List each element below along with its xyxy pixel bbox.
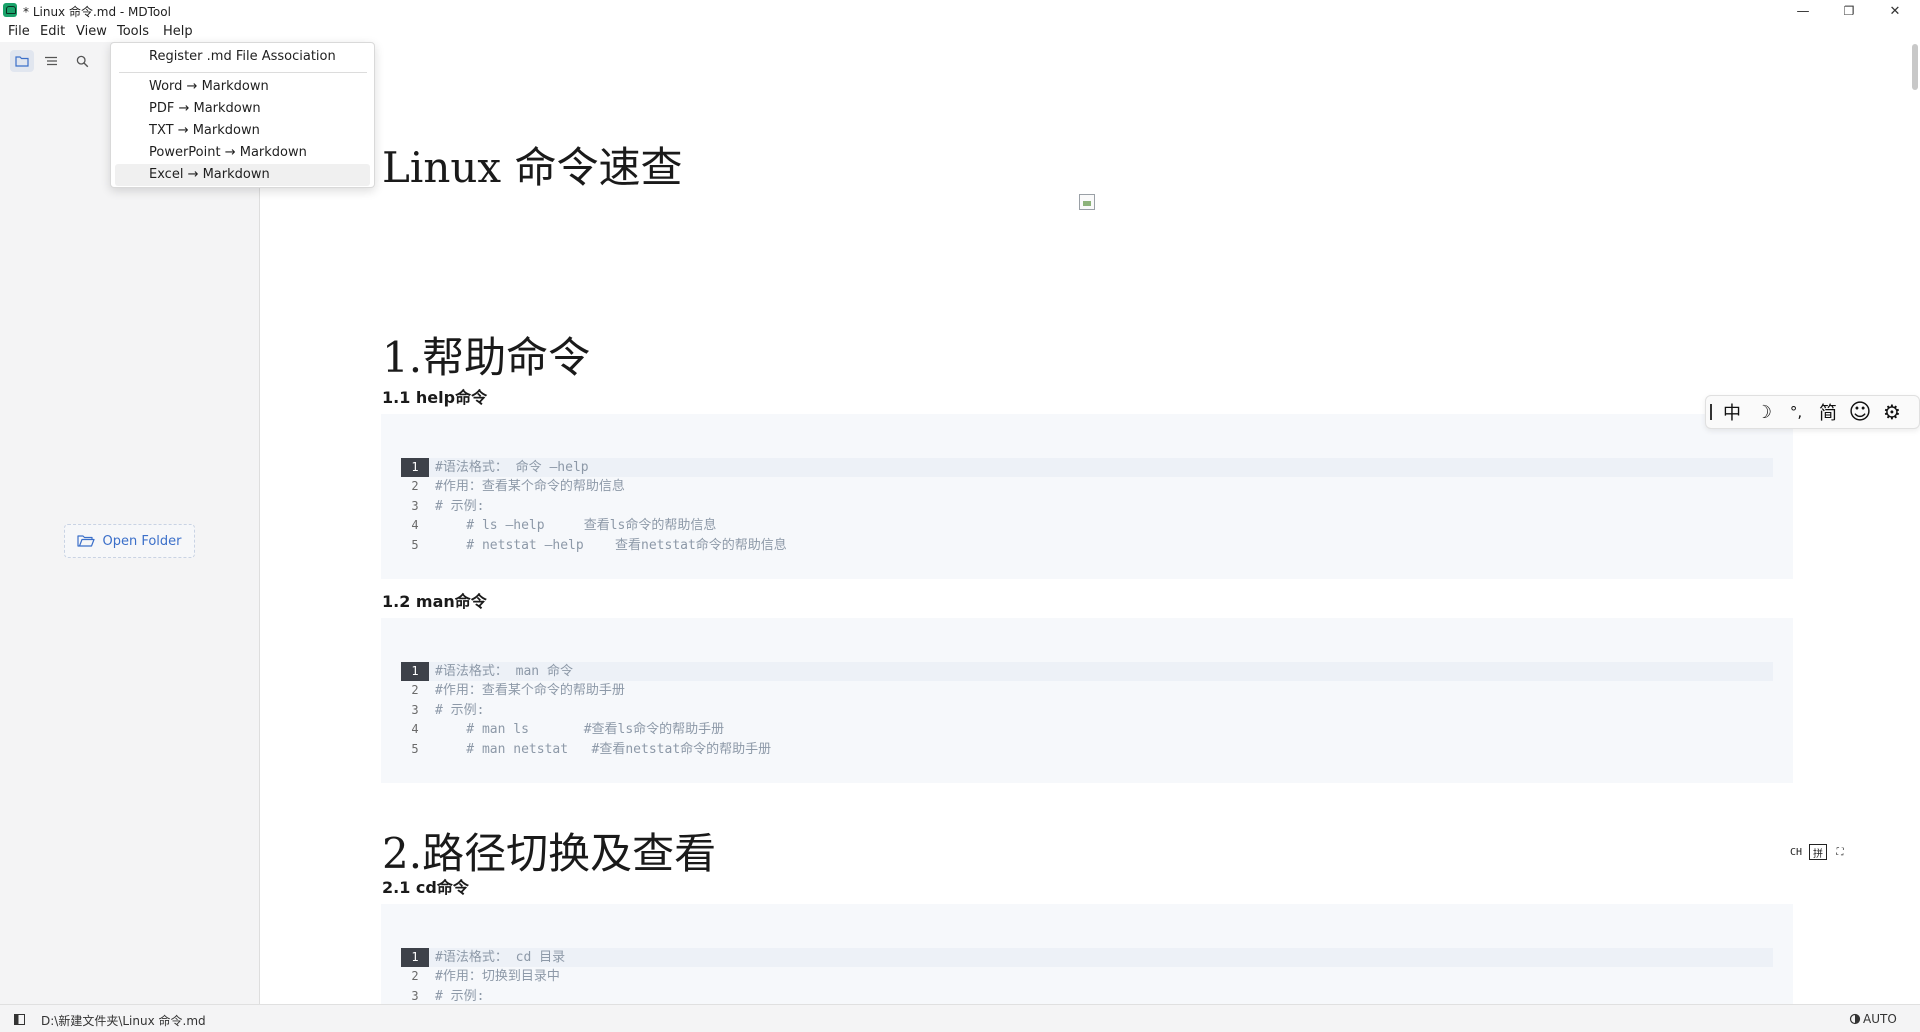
code-line: 5 # netstat —help 查看netstat命令的帮助信息 [401, 536, 1773, 555]
broken-image-icon [1079, 194, 1095, 210]
code-line: 5 # man netstat #查看netstat命令的帮助手册 [401, 740, 1773, 759]
menu-view[interactable]: View [73, 24, 110, 39]
ime-language-indicator[interactable]: CH [1787, 844, 1805, 860]
outline-icon [45, 56, 57, 66]
code-line: 2 #作用：切换到目录中 [401, 967, 1773, 986]
code-line: 2 #作用：查看某个命令的帮助手册 [401, 681, 1773, 700]
ime-drag-handle[interactable] [1706, 402, 1716, 422]
line-number: 2 [411, 479, 419, 493]
ime-status: CH 拼 ⛶ [1787, 842, 1859, 862]
menu-bar: File Edit View Tools Help [0, 22, 1920, 42]
line-number: 1 [401, 458, 429, 477]
expand-icon[interactable]: ⛶ [1831, 844, 1849, 860]
outline-tab-button[interactable] [39, 50, 63, 72]
status-bar: D:\新建文件夹\Linux 命令.md AUTO [0, 1004, 1920, 1032]
open-folder-icon [77, 535, 96, 547]
search-icon [76, 55, 88, 67]
code-block[interactable]: 1 #语法格式： cd 目录 2 #作用：切换到目录中 3 # 示例: [381, 904, 1793, 1004]
ime-toolbar: 中 ☽ °, 简 ☺ ⚙ [1705, 395, 1920, 429]
scrollbar-thumb[interactable] [1912, 44, 1918, 90]
line-number: 2 [411, 969, 419, 983]
heading-subsection-1-1: 1.1 help命令 [382, 388, 488, 407]
code-line: 1 #语法格式： 命令 —help [401, 458, 1773, 477]
menu-edit[interactable]: Edit [37, 24, 68, 39]
theme-mode-icon[interactable] [1849, 1013, 1861, 1025]
line-number: 2 [411, 683, 419, 697]
line-number: 1 [401, 948, 429, 967]
code-line: 1 #语法格式： man 命令 [401, 662, 1773, 681]
punctuation-icon[interactable]: °, [1780, 397, 1812, 427]
gear-icon[interactable]: ⚙ [1876, 397, 1908, 427]
moon-icon[interactable]: ☽ [1748, 397, 1780, 427]
toggle-sidebar-icon[interactable] [14, 1014, 25, 1025]
tools-dropdown-menu: Register .md File Association Word → Mar… [110, 42, 375, 188]
code-line: 3 # 示例: [401, 987, 1773, 1004]
close-button[interactable]: ✕ [1872, 0, 1918, 22]
code-line: 3 # 示例: [401, 497, 1773, 516]
minimize-button[interactable]: — [1780, 0, 1826, 22]
file-path: D:\新建文件夹\Linux 命令.md [41, 1014, 206, 1028]
code-line: 2 #作用：查看某个命令的帮助信息 [401, 477, 1773, 496]
line-number: 3 [411, 499, 419, 513]
line-number: 5 [411, 742, 419, 756]
menu-file[interactable]: File [5, 24, 33, 39]
line-number: 4 [411, 722, 419, 736]
window-title: * Linux 命令.md - MDTool [23, 5, 171, 19]
mode-indicator[interactable]: AUTO [1863, 1012, 1897, 1026]
files-tab-button[interactable] [10, 50, 34, 72]
menu-item-txt-to-markdown[interactable]: TXT → Markdown [115, 120, 370, 142]
heading-subsection-2-1: 2.1 cd命令 [382, 878, 469, 897]
open-folder-button[interactable]: Open Folder [64, 524, 195, 558]
heading-subsection-1-2: 1.2 man命令 [382, 592, 487, 611]
line-number: 3 [411, 703, 419, 717]
heading-section-1: 1.帮助命令 [382, 333, 591, 382]
line-number: 4 [411, 518, 419, 532]
menu-item-word-to-markdown[interactable]: Word → Markdown [115, 76, 370, 98]
menu-item-powerpoint-to-markdown[interactable]: PowerPoint → Markdown [115, 142, 370, 164]
pinyin-indicator[interactable]: 拼 [1809, 844, 1827, 860]
app-logo-icon [3, 3, 17, 17]
code-line: 4 # ls —help 查看ls命令的帮助信息 [401, 516, 1773, 535]
folder-icon [15, 56, 29, 67]
code-block[interactable]: 1 #语法格式： 命令 —help 2 #作用：查看某个命令的帮助信息 3 # 示例:… [381, 414, 1793, 579]
code-block[interactable]: 1 #语法格式： man 命令 2 #作用：查看某个命令的帮助手册 3 # 示例: 4… [381, 618, 1793, 783]
code-line: 3 # 示例: [401, 701, 1773, 720]
ime-mode-button[interactable]: 中 [1716, 397, 1748, 427]
maximize-button[interactable]: ❐ [1826, 0, 1872, 22]
menu-item-register-association[interactable]: Register .md File Association [115, 46, 370, 68]
code-line: 4 # man ls #查看ls命令的帮助手册 [401, 720, 1773, 739]
line-number: 3 [411, 989, 419, 1003]
title-bar: * Linux 命令.md - MDTool — ❐ ✕ [0, 0, 1920, 22]
document-title: Linux 命令速查 [382, 143, 683, 192]
line-number: 1 [401, 662, 429, 681]
menu-tools[interactable]: Tools [114, 24, 152, 39]
menu-item-excel-to-markdown[interactable]: Excel → Markdown [115, 164, 370, 186]
open-folder-label: Open Folder [102, 533, 182, 549]
emoji-icon[interactable]: ☺ [1844, 397, 1876, 427]
editor-content[interactable]: Linux 命令速查 1.帮助命令 1.1 help命令 1 #语法格式： 命令 … [261, 42, 1920, 1004]
line-number: 5 [411, 538, 419, 552]
heading-section-2: 2.路径切换及查看 [382, 829, 717, 878]
menu-help[interactable]: Help [160, 24, 196, 39]
search-tab-button[interactable] [70, 50, 94, 72]
menu-separator [119, 72, 367, 73]
menu-item-pdf-to-markdown[interactable]: PDF → Markdown [115, 98, 370, 120]
simplified-button[interactable]: 简 [1812, 397, 1844, 427]
code-line: 1 #语法格式： cd 目录 [401, 948, 1773, 967]
